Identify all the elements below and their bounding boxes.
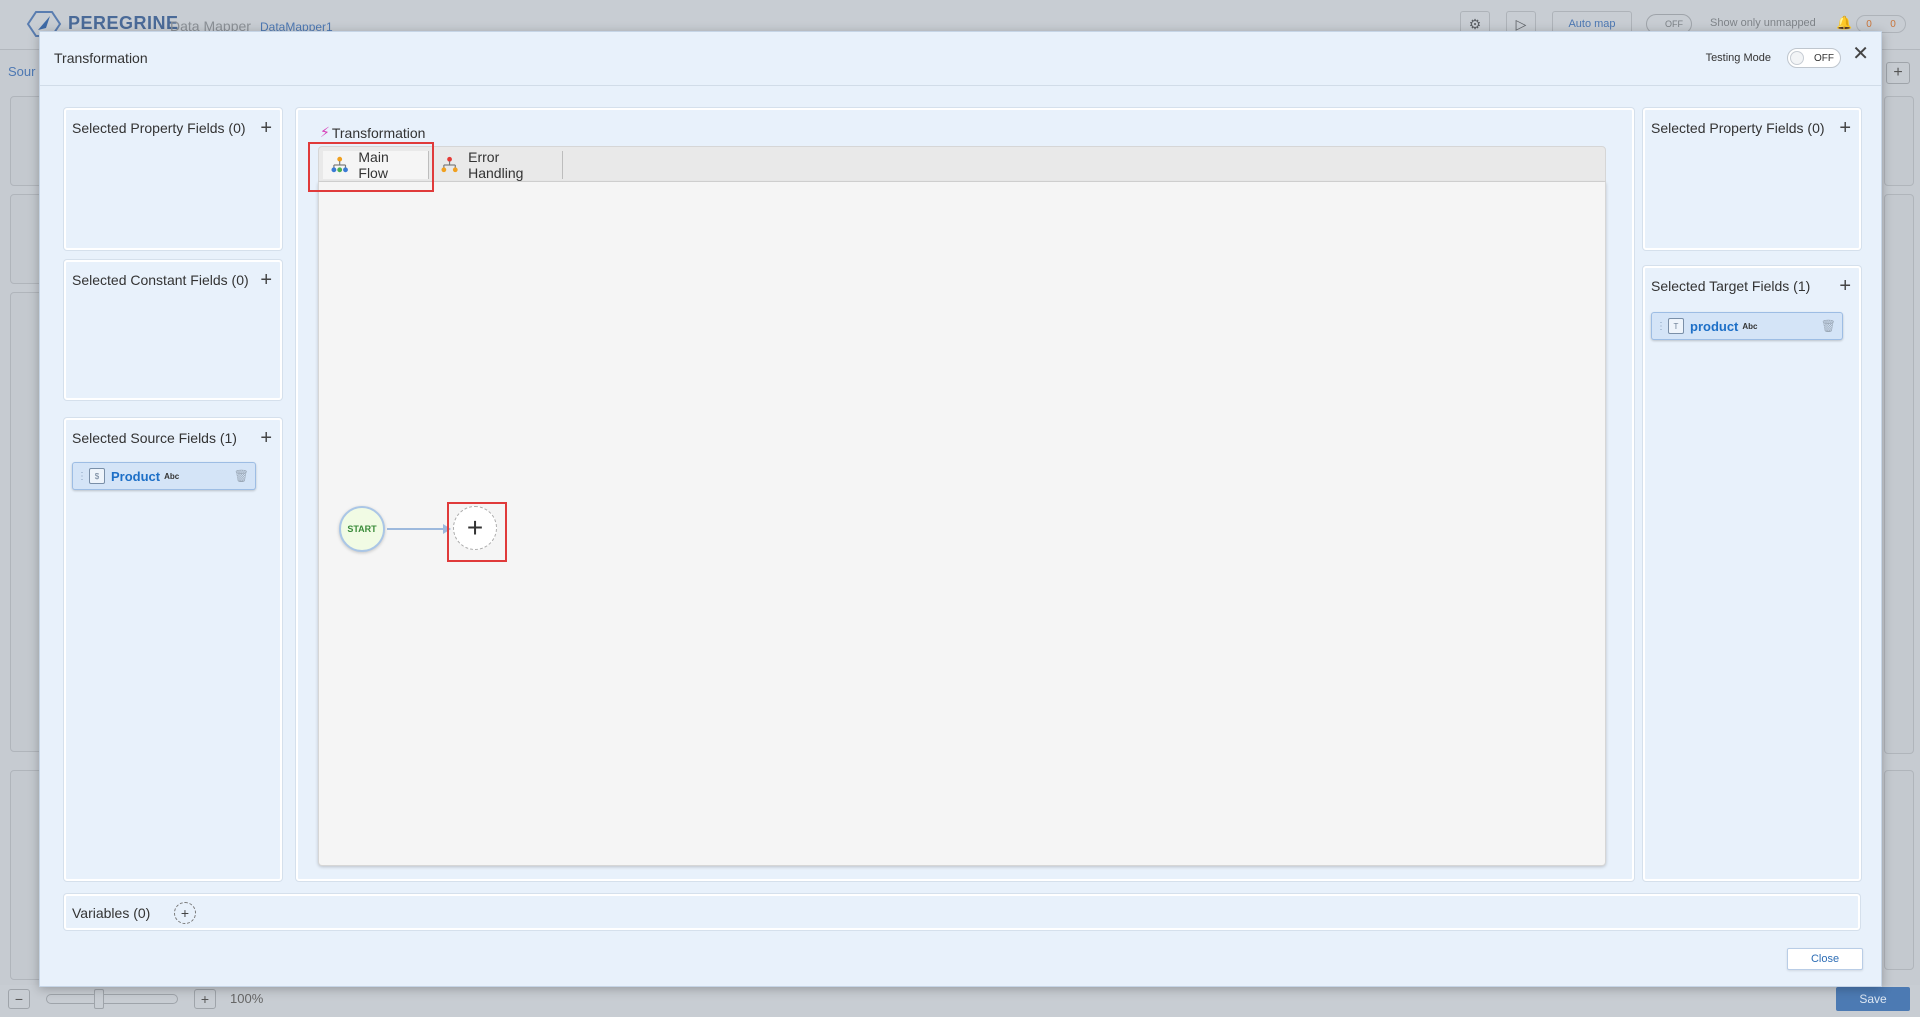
trash-icon[interactable]: 🗑 bbox=[234, 469, 249, 483]
toggle-knob bbox=[1790, 51, 1804, 65]
bg-right-panel-mid bbox=[1884, 194, 1914, 754]
close-button[interactable]: Close bbox=[1787, 948, 1863, 970]
modal-title: Transformation bbox=[54, 50, 148, 66]
zoom-level: 100% bbox=[230, 991, 264, 1006]
target-field-chip[interactable]: ⋮ T product Abc 🗑 bbox=[1651, 312, 1843, 340]
counter-errors: 0 bbox=[1866, 18, 1872, 30]
zoom-slider-handle[interactable] bbox=[94, 989, 104, 1009]
flow-canvas[interactable]: START + bbox=[318, 182, 1606, 866]
flow-tabbar: Main Flow Error Handling bbox=[318, 146, 1606, 182]
drag-handle-icon[interactable]: ⋮ bbox=[77, 471, 87, 482]
left-selected-property-fields: Selected Property Fields (0) + bbox=[64, 108, 282, 250]
show-unmapped-label: Show only unmapped bbox=[1710, 17, 1816, 29]
panel-title: Selected Source Fields (1) bbox=[72, 430, 237, 446]
transformation-modal: Transformation Testing Mode OFF ✕ Select… bbox=[39, 31, 1882, 987]
panel-title: Selected Property Fields (0) bbox=[1651, 120, 1825, 136]
flow-connector bbox=[387, 528, 445, 530]
add-variable-icon[interactable]: + bbox=[174, 902, 196, 924]
testing-mode-value: OFF bbox=[1814, 52, 1834, 64]
save-button[interactable]: Save bbox=[1836, 987, 1910, 1011]
add-source-field-icon[interactable]: + bbox=[260, 428, 272, 448]
add-target-field-icon[interactable]: + bbox=[1839, 276, 1851, 296]
tab-label: Main Flow bbox=[358, 149, 389, 181]
field-type: Abc bbox=[164, 471, 180, 481]
add-step-button[interactable]: + bbox=[453, 506, 497, 550]
trash-icon[interactable]: 🗑 bbox=[1821, 319, 1836, 333]
zoom-out-button[interactable]: − bbox=[8, 989, 30, 1009]
panel-title: Selected Constant Fields (0) bbox=[72, 272, 249, 288]
plus-icon[interactable]: + bbox=[1886, 62, 1910, 84]
field-name: Product bbox=[111, 468, 161, 484]
right-selected-property-fields: Selected Property Fields (0) + bbox=[1643, 108, 1861, 250]
transformation-title: Transformation bbox=[331, 124, 426, 141]
start-node[interactable]: START bbox=[339, 506, 385, 552]
counter-warnings: 0 bbox=[1890, 18, 1896, 30]
panel-title: Selected Property Fields (0) bbox=[72, 120, 246, 136]
flow-editor: Main Flow Error Handling START + bbox=[318, 146, 1606, 866]
bg-right-panel-bottom bbox=[1884, 770, 1914, 970]
testing-mode-toggle[interactable]: OFF bbox=[1787, 48, 1841, 68]
source-field-chip[interactable]: ⋮ $ Product Abc 🗑 bbox=[72, 462, 256, 490]
tab-error-handling[interactable]: Error Handling bbox=[433, 149, 563, 181]
tab-main-flow[interactable]: Main Flow bbox=[323, 149, 429, 181]
transformation-header: ⚡︎ Transformation bbox=[320, 124, 425, 141]
error-hierarchy-icon bbox=[441, 156, 458, 173]
drag-handle-icon[interactable]: ⋮ bbox=[1656, 321, 1666, 332]
bell-icon[interactable]: 🔔 bbox=[1836, 15, 1852, 31]
add-property-field-icon[interactable]: + bbox=[1839, 118, 1851, 138]
modal-header: Transformation Testing Mode OFF ✕ bbox=[40, 32, 1881, 86]
variables-label: Variables (0) bbox=[72, 905, 151, 921]
text-field-icon: T bbox=[1668, 318, 1684, 334]
left-selected-constant-fields: Selected Constant Fields (0) + bbox=[64, 260, 282, 400]
bg-right-panel-top bbox=[1884, 96, 1914, 186]
left-selected-source-fields: Selected Source Fields (1) + ⋮ $ Product… bbox=[64, 418, 282, 881]
panel-title: Selected Target Fields (1) bbox=[1651, 278, 1811, 294]
lightning-bolt-icon: ⚡︎ bbox=[320, 124, 330, 140]
flow-arrow-icon bbox=[443, 524, 451, 534]
add-constant-field-icon[interactable]: + bbox=[260, 270, 272, 290]
string-field-icon: $ bbox=[89, 468, 105, 484]
testing-mode-label: Testing Mode bbox=[1705, 52, 1771, 64]
field-name: product bbox=[1690, 318, 1739, 334]
source-tab-label[interactable]: Sour bbox=[8, 64, 35, 79]
right-selected-target-fields: Selected Target Fields (1) + ⋮ T product… bbox=[1643, 266, 1861, 881]
app-bottombar bbox=[0, 985, 1920, 1017]
close-icon[interactable]: ✕ bbox=[1852, 44, 1869, 64]
zoom-slider-track[interactable] bbox=[46, 994, 178, 1004]
field-type: Abc bbox=[1742, 321, 1758, 331]
hierarchy-icon bbox=[331, 156, 348, 173]
tab-label: Error Handling bbox=[468, 149, 524, 181]
variables-bar: Variables (0) + bbox=[64, 894, 1860, 930]
transformation-panel: ⚡︎ Transformation Main Flow Error Handli… bbox=[296, 108, 1634, 881]
zoom-in-button[interactable]: + bbox=[194, 989, 216, 1009]
add-property-field-icon[interactable]: + bbox=[260, 118, 272, 138]
